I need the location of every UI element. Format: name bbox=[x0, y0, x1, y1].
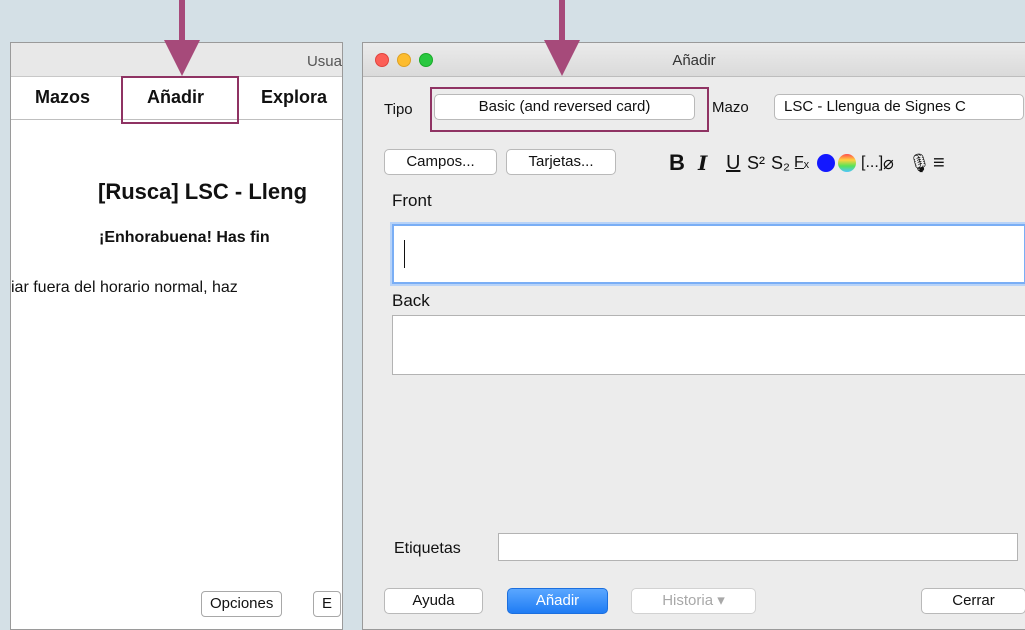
arrow-down-icon bbox=[544, 0, 580, 76]
text-color-icon[interactable] bbox=[817, 154, 835, 172]
arrow-down-icon bbox=[164, 0, 200, 76]
back-field-label: Back bbox=[392, 291, 430, 310]
help-button[interactable]: Ayuda bbox=[384, 588, 483, 614]
more-options-icon[interactable]: ≡ bbox=[933, 149, 945, 177]
main-window-title: Usua bbox=[306, 53, 342, 70]
add-dialog-titlebar: Añadir bbox=[363, 43, 1025, 77]
study-more-message: iar fuera del horario normal, haz bbox=[11, 279, 238, 296]
close-button[interactable]: Cerrar bbox=[921, 588, 1025, 614]
text-caret bbox=[404, 240, 405, 268]
export-button[interactable]: E bbox=[313, 591, 342, 617]
add-tab-highlight bbox=[121, 76, 239, 124]
add-dialog-title: Añadir bbox=[672, 52, 716, 69]
fields-button[interactable]: Campos... bbox=[384, 149, 497, 175]
bold-icon[interactable]: B bbox=[669, 149, 685, 177]
subscript-icon[interactable]: S₂ bbox=[771, 149, 790, 177]
options-button[interactable]: Opciones bbox=[201, 591, 283, 617]
cards-button[interactable]: Tarjetas... bbox=[506, 149, 616, 175]
italic-icon[interactable]: I bbox=[698, 149, 707, 177]
underline-icon[interactable]: U bbox=[726, 149, 740, 177]
add-dialog: Añadir Tipo Basic (and reversed card) Ma… bbox=[362, 42, 1025, 630]
clear-format-icon[interactable]: F̲ₓ bbox=[794, 149, 809, 177]
highlight-color-icon[interactable] bbox=[838, 154, 856, 172]
superscript-icon[interactable]: S² bbox=[747, 149, 765, 177]
main-window: Usua Mazos Añadir Explora [Rusca] LSC - … bbox=[10, 42, 343, 630]
front-field-input[interactable] bbox=[392, 224, 1025, 284]
congrats-message: ¡Enhorabuena! Has fin bbox=[99, 229, 270, 246]
back-field-input[interactable] bbox=[392, 315, 1025, 375]
front-field-label: Front bbox=[392, 191, 432, 210]
tags-label: Etiquetas bbox=[394, 540, 461, 557]
nav-decks[interactable]: Mazos bbox=[35, 87, 90, 108]
deck-label: Mazo bbox=[712, 99, 749, 116]
deck-button[interactable]: LSC - Llengua de Signes C bbox=[774, 94, 1024, 120]
attach-icon[interactable]: ⌀ bbox=[883, 149, 894, 177]
add-button[interactable]: Añadir bbox=[507, 588, 608, 614]
record-audio-icon[interactable]: 🎙 bbox=[908, 149, 931, 177]
history-button[interactable]: Historia ▾ bbox=[631, 588, 756, 614]
cloze-icon[interactable]: [...] bbox=[861, 149, 883, 177]
deck-title: [Rusca] LSC - Lleng bbox=[98, 179, 308, 204]
type-label: Tipo bbox=[384, 101, 413, 118]
nav-browse[interactable]: Explora bbox=[261, 87, 327, 108]
tags-input[interactable] bbox=[498, 533, 1018, 561]
note-type-highlight bbox=[430, 87, 709, 132]
